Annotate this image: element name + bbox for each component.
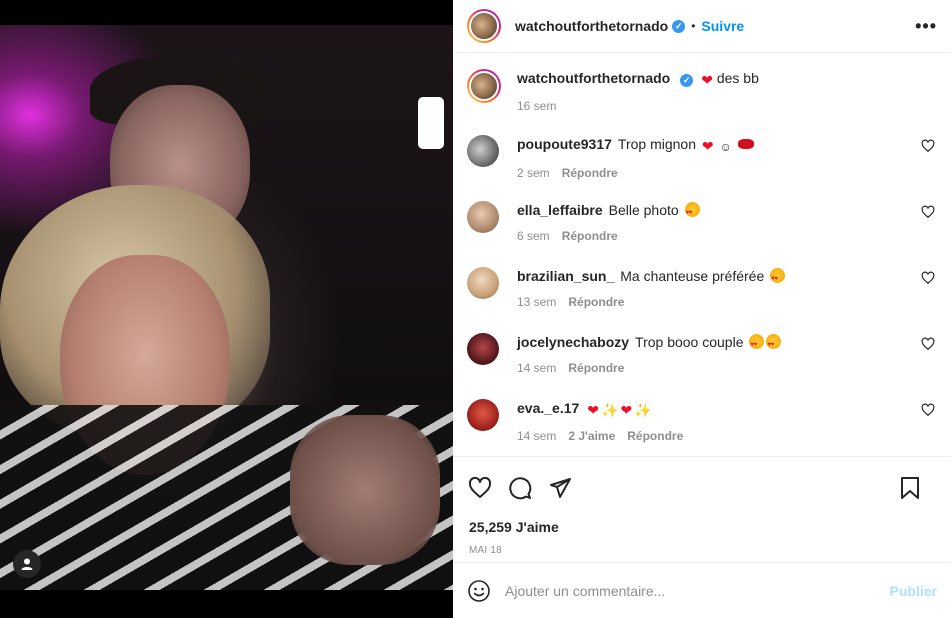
comment-time[interactable]: 2 sem (517, 166, 550, 180)
reply-button[interactable]: Répondre (627, 429, 683, 443)
author-avatar[interactable] (467, 9, 501, 43)
lips-emoji-icon (737, 139, 754, 149)
comment-button[interactable] (507, 475, 533, 501)
comment-username[interactable]: brazilian_sun_ (517, 268, 614, 284)
comment-item: eva._e.17 ❤ ✨ ❤ ✨ 14 sem 2 J'aime Répondre (467, 399, 937, 456)
comment-like-icon[interactable] (921, 337, 935, 351)
heart-eyes-emoji-icon (749, 334, 765, 354)
comment-username[interactable]: eva._e.17 (517, 400, 579, 416)
comment-time[interactable]: 6 sem (517, 229, 550, 243)
save-button[interactable] (897, 475, 923, 501)
post-header: watchoutforthetornado ✓ • Suivre ••• (453, 0, 951, 53)
post-date[interactable]: MAI 18 (453, 545, 951, 556)
comment-item: brazilian_sun_ Ma chanteuse préférée 13 s… (467, 267, 937, 333)
commenter-avatar[interactable] (467, 135, 499, 167)
commenter-avatar[interactable] (467, 201, 499, 233)
publish-button[interactable]: Publier (890, 583, 937, 599)
share-button[interactable] (547, 475, 573, 501)
more-icon[interactable]: ••• (915, 16, 937, 37)
sparkles-emoji-icon: ✨ (601, 402, 619, 418)
heart-icon (468, 476, 492, 498)
post-sidebar: watchoutforthetornado ✓ • Suivre ••• wat… (453, 0, 951, 618)
comments-list[interactable]: watchoutforthetornado ✓ ❤ des bb 16 sem po… (453, 53, 951, 457)
comment-text: Trop booo couple (635, 334, 744, 350)
emoji-icon[interactable] (467, 579, 491, 603)
comment-likes[interactable]: 2 J'aime (568, 429, 615, 443)
heart-emoji-icon: ❤ (620, 402, 633, 418)
heart-emoji-icon: ❤ (587, 402, 600, 418)
comment-item: poupoute9317 Trop mignon ❤ ☺ 2 sem Répondr… (467, 135, 937, 201)
comment-item: jocelynechabozy Trop booo couple 14 sem Ré… (467, 333, 937, 399)
comment-text: Belle photo (608, 202, 679, 218)
comment-like-icon[interactable] (921, 139, 935, 153)
heart-eyes-emoji-icon (684, 202, 700, 222)
caption-username[interactable]: watchoutforthetornado (517, 70, 670, 86)
sparkles-emoji-icon: ✨ (634, 402, 652, 418)
reply-button[interactable]: Répondre (562, 166, 618, 180)
user-tag-icon[interactable] (13, 550, 41, 578)
comment-time[interactable]: 14 sem (517, 429, 556, 443)
comment-like-icon[interactable] (921, 271, 935, 285)
comment-item: ella_leffaibre Belle photo 6 sem Répondre (467, 201, 937, 267)
commenter-avatar[interactable] (467, 333, 499, 365)
caption: watchoutforthetornado ✓ ❤ des bb 16 sem (467, 69, 937, 113)
comment-username[interactable]: ella_leffaibre (517, 202, 603, 218)
heart-eyes-emoji-icon (766, 334, 782, 354)
heart-emoji-icon: ❤ (701, 72, 713, 88)
reply-button[interactable]: Répondre (568, 295, 624, 309)
reply-button[interactable]: Répondre (562, 229, 618, 243)
add-comment-bar: Ajouter un commentaire... Publier (453, 562, 951, 618)
comment-text: Trop mignon (617, 136, 696, 152)
photo-pane (0, 0, 453, 618)
comment-time[interactable]: 13 sem (517, 295, 556, 309)
author-username[interactable]: watchoutforthetornado (515, 18, 668, 34)
caption-avatar[interactable] (467, 69, 501, 103)
heart-emoji-icon: ❤ (701, 138, 714, 154)
comment-like-icon[interactable] (921, 205, 935, 219)
comment-like-icon[interactable] (921, 403, 935, 417)
post-photo[interactable] (0, 25, 453, 590)
commenter-avatar[interactable] (467, 267, 499, 299)
heart-eyes-emoji-icon (770, 268, 786, 288)
reply-button[interactable]: Répondre (568, 361, 624, 375)
post-actions (453, 463, 951, 513)
caption-time[interactable]: 16 sem (517, 99, 556, 113)
verified-icon: ✓ (680, 73, 694, 87)
comment-text: Ma chanteuse préférée (620, 268, 765, 284)
share-icon (550, 478, 571, 498)
comment-input[interactable]: Ajouter un commentaire... (505, 583, 890, 599)
caption-text: des bb (716, 70, 759, 86)
likes-count[interactable]: 25,259 J'aime (453, 519, 951, 535)
commenter-avatar[interactable] (467, 399, 499, 431)
smile-emoji-icon: ☺ (719, 140, 732, 154)
like-button[interactable] (467, 475, 493, 501)
comment-icon (509, 477, 532, 500)
comment-username[interactable]: jocelynechabozy (517, 334, 629, 350)
verified-icon: ✓ (672, 19, 686, 33)
comment-username[interactable]: poupoute9317 (517, 136, 612, 152)
separator-dot: • (691, 19, 696, 33)
follow-button[interactable]: Suivre (701, 18, 744, 34)
comment-time[interactable]: 14 sem (517, 361, 556, 375)
bookmark-icon (901, 477, 919, 499)
